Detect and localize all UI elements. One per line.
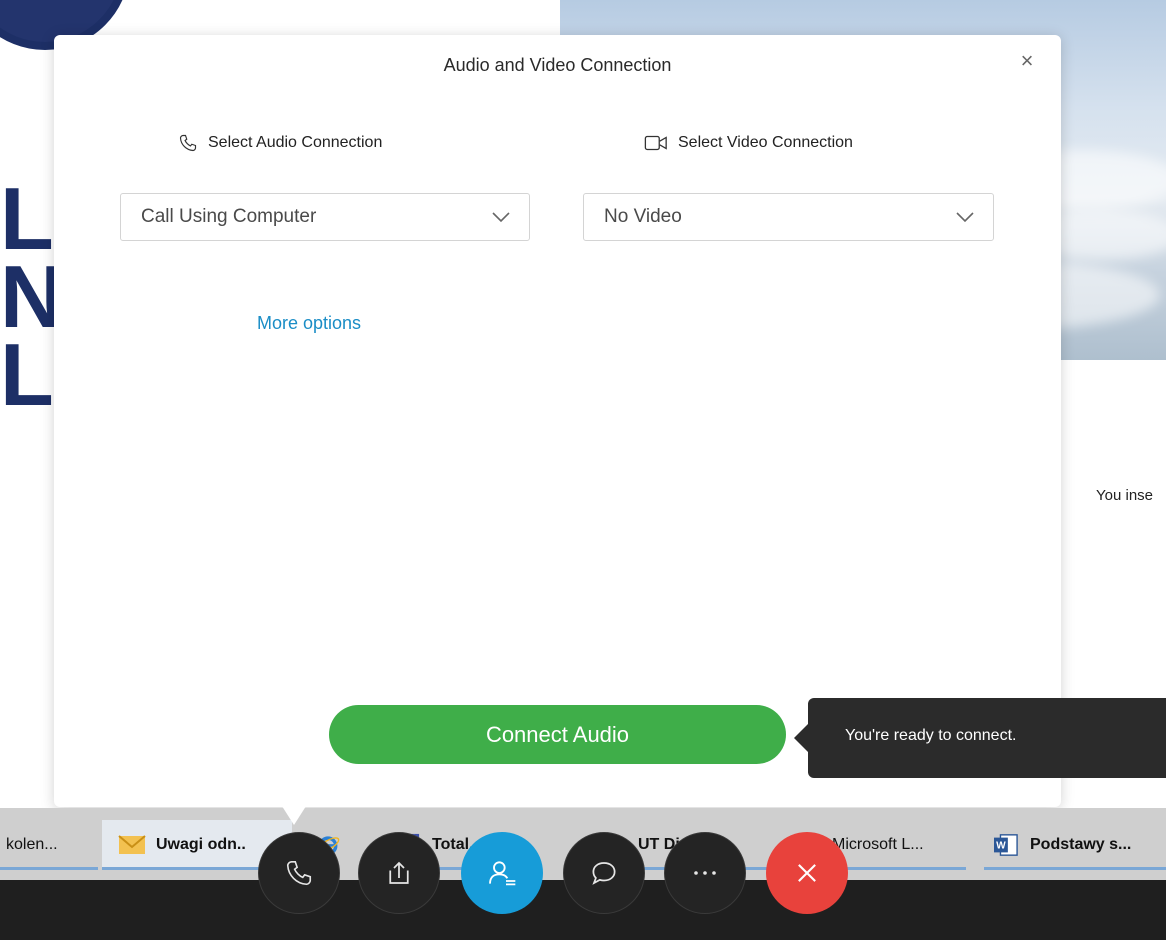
share-control-button[interactable] <box>358 832 440 914</box>
participants-icon <box>489 861 516 886</box>
audio-section-label: Select Audio Connection <box>178 133 382 153</box>
close-icon <box>798 864 816 882</box>
taskbar-item[interactable]: W Podstawy s... <box>984 820 1166 870</box>
chevron-down-icon <box>492 212 510 223</box>
taskbar-item-label: Podstawy s... <box>1030 836 1132 853</box>
video-section-text: Select Video Connection <box>678 134 853 151</box>
phone-icon <box>179 134 197 152</box>
phone-icon <box>286 860 312 886</box>
connect-audio-button[interactable]: Connect Audio <box>329 705 786 764</box>
taskbar-item-label: kolen... <box>6 836 58 853</box>
audio-control-button[interactable] <box>258 832 340 914</box>
ready-tooltip: You're ready to connect. <box>794 698 1166 778</box>
mail-icon <box>118 835 146 854</box>
more-icon <box>694 871 716 875</box>
background-right-text: You inse <box>1096 487 1153 504</box>
audio-connection-dropdown[interactable]: Call Using Computer <box>120 193 530 241</box>
participants-control-button[interactable] <box>461 832 543 914</box>
camera-icon <box>644 135 667 151</box>
more-control-button[interactable] <box>664 832 746 914</box>
end-meeting-button[interactable] <box>766 832 848 914</box>
video-connection-dropdown[interactable]: No Video <box>583 193 994 241</box>
taskbar-item[interactable]: kolen... <box>0 820 98 870</box>
tooltip-text: You're ready to connect. <box>845 727 1017 744</box>
audio-video-dialog: Audio and Video Connection × Select Audi… <box>54 35 1061 807</box>
audio-dropdown-value: Call Using Computer <box>141 206 317 227</box>
dialog-pointer <box>280 803 308 825</box>
video-section-label: Select Video Connection <box>644 133 853 153</box>
audio-section-text: Select Audio Connection <box>208 134 383 151</box>
word-icon: W <box>994 834 1018 856</box>
close-button[interactable]: × <box>1015 49 1039 73</box>
taskbar-item-label: Microsoft L... <box>832 836 924 853</box>
svg-text:W: W <box>996 841 1006 852</box>
close-icon: × <box>1020 48 1034 73</box>
dialog-title: Audio and Video Connection <box>443 55 672 75</box>
chat-icon <box>592 862 616 885</box>
tooltip-arrow <box>794 724 808 752</box>
share-icon <box>389 861 409 884</box>
chevron-down-icon <box>956 212 974 223</box>
video-dropdown-value: No Video <box>604 206 682 227</box>
more-options-link[interactable]: More options <box>257 313 361 334</box>
chat-control-button[interactable] <box>563 832 645 914</box>
taskbar-item-label: Uwagi odn.. <box>156 836 246 853</box>
